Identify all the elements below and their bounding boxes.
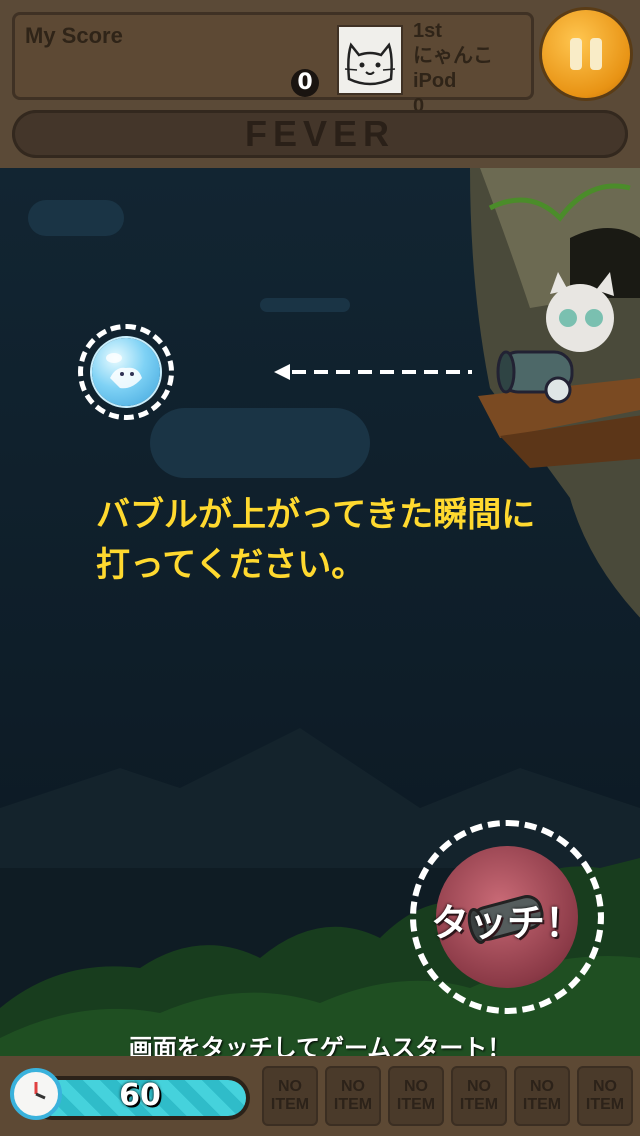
score-panel: My Score 0 1st にゃんこiPod 0	[12, 12, 534, 117]
timer-value: 60	[119, 1078, 161, 1113]
item-slot-label: NO ITEM	[459, 1078, 499, 1113]
fever-gauge: FEVER	[12, 110, 628, 158]
arrow-left-icon	[272, 364, 472, 380]
rank-info: 1st にゃんこiPod 0	[413, 19, 531, 119]
score-label: My Score	[25, 23, 123, 48]
item-slot-3[interactable]: NO ITEM	[388, 1066, 444, 1126]
item-slot-1[interactable]: NO ITEM	[262, 1066, 318, 1126]
bubble-icon[interactable]	[92, 338, 160, 406]
cannon-icon	[494, 346, 584, 406]
item-slot-label: NO ITEM	[270, 1078, 310, 1113]
item-slot-4[interactable]: NO ITEM	[451, 1066, 507, 1126]
rank-position: 1st	[413, 20, 442, 42]
tutorial-instruction: バブルが上がってきた瞬間に 打ってください。	[96, 490, 535, 590]
item-slot-label: NO ITEM	[585, 1078, 625, 1113]
touch-button-label: タッチ！	[430, 901, 583, 945]
cat-avatar-icon	[337, 25, 403, 95]
score-value: 0	[291, 69, 319, 97]
item-slot-6[interactable]: NO ITEM	[577, 1066, 633, 1126]
instruction-line-1: バブルが上がってきた瞬間に	[96, 495, 536, 535]
game-scene[interactable]: バブルが上がってきた瞬間に 打ってください。 タッチ！	[0, 168, 640, 1056]
item-slot-label: NO ITEM	[333, 1078, 373, 1113]
rank-player-name: にゃんこiPod	[413, 45, 493, 92]
item-slot-label: NO ITEM	[396, 1078, 436, 1113]
item-slot-5[interactable]: NO ITEM	[514, 1066, 570, 1126]
instruction-line-2: 打ってください。	[96, 545, 366, 585]
top-bar: My Score 0 1st にゃんこiPod 0 FEVER	[0, 0, 640, 168]
fever-label: FEVER	[244, 113, 396, 154]
item-slot-2[interactable]: NO ITEM	[325, 1066, 381, 1126]
item-slot-label: NO ITEM	[522, 1078, 562, 1113]
pause-button[interactable]	[542, 10, 630, 98]
